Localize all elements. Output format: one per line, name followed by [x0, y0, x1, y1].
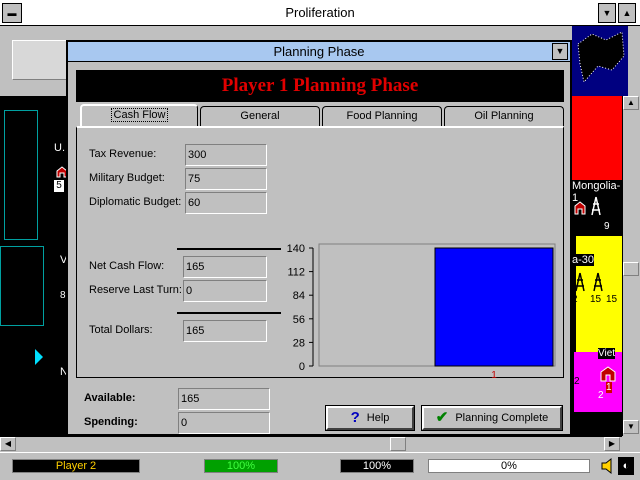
y-tick-label: 140 [287, 243, 305, 255]
map-region-red[interactable] [572, 96, 622, 180]
available-field: 165 [178, 388, 270, 410]
spending-field: 0 [178, 412, 270, 434]
military-budget-label: Military Budget: [89, 172, 165, 184]
y-tick-label: 84 [293, 290, 305, 302]
map-label: 2 [598, 390, 604, 401]
tax-revenue-field: 300 [185, 144, 267, 166]
map-label: 2 [574, 376, 580, 387]
map-region-magenta[interactable] [574, 352, 622, 412]
oil-rig-icon[interactable] [590, 196, 602, 216]
minimize-button[interactable]: ▼ [598, 3, 616, 23]
diplomatic-budget-label: Diplomatic Budget: [89, 196, 182, 208]
black-meter: 100% [340, 459, 414, 473]
phase-banner: Player 1 Planning Phase [76, 70, 564, 102]
horizontal-scrollbar[interactable]: ◀ ▶ [0, 436, 622, 451]
oil-rig-icon[interactable] [574, 272, 586, 292]
vertical-scrollbar[interactable]: ▲ ▼ [622, 96, 640, 436]
x-tick-label: 1 [491, 370, 497, 378]
minimap[interactable] [572, 26, 628, 96]
bar [434, 247, 554, 367]
y-tick-label: 112 [287, 267, 305, 279]
map-region[interactable] [0, 246, 44, 326]
available-label: Available: [84, 392, 136, 404]
dialog-title-bar: Planning Phase ▼ [68, 42, 570, 62]
current-player: Player 2 [12, 459, 140, 473]
spending-label: Spending: [84, 416, 138, 428]
dialog-title: Planning Phase [273, 44, 365, 59]
reserve-last-turn-label: Reserve Last Turn: [89, 284, 182, 296]
tab-oil-planning[interactable]: Oil Planning [444, 106, 564, 126]
banner-text: Player 1 Planning Phase [221, 75, 419, 96]
progress-meter: 0% [428, 459, 590, 473]
scroll-down-button[interactable]: ▼ [623, 420, 639, 434]
building-icon[interactable] [600, 366, 616, 382]
y-tick-label: 28 [293, 337, 305, 349]
map-label: 15 [606, 294, 618, 305]
app-title-bar: ▬ Proliferation ▼ ▲ [0, 0, 640, 26]
map-label: a-30 [572, 254, 595, 266]
scroll-left-button[interactable]: ◀ [0, 437, 16, 451]
cash-flow-panel: Tax Revenue: 300 Military Budget: 75 Dip… [76, 126, 564, 378]
scroll-thumb[interactable] [623, 262, 639, 276]
map-label: 9 [604, 221, 610, 232]
speaker-icon[interactable] [600, 457, 616, 475]
planning-complete-button[interactable]: ✔ Planning Complete [421, 405, 563, 431]
tab-general[interactable]: General [200, 106, 320, 126]
scroll-up-button[interactable]: ▲ [623, 96, 639, 110]
total-dollars-field: 165 [183, 320, 267, 342]
dialog-menu-button[interactable]: ▼ [552, 43, 568, 60]
y-tick-label: 0 [299, 361, 305, 373]
map-label: 1 [606, 382, 612, 393]
app-title: Proliferation [285, 5, 355, 20]
status-bar: Player 2 100% 100% 0% ◐ [0, 452, 640, 480]
tax-revenue-label: Tax Revenue: [89, 148, 157, 160]
planning-dialog: Planning Phase ▼ Player 1 Planning Phase… [66, 40, 572, 436]
tab-food-planning[interactable]: Food Planning [322, 106, 442, 126]
map-label: Viet [598, 348, 616, 359]
diplomatic-budget-field: 60 [185, 192, 267, 214]
checkmark-icon: ✔ [435, 409, 449, 427]
toolbar-panel [12, 40, 68, 80]
y-tick-label: 56 [293, 314, 305, 326]
oil-rig-icon[interactable] [592, 272, 604, 292]
building-icon[interactable] [574, 201, 586, 215]
map-label: 15 [590, 294, 602, 305]
arrow-marker-icon[interactable] [34, 348, 44, 366]
maximize-button[interactable]: ▲ [618, 3, 636, 23]
help-button[interactable]: ? Help [325, 405, 415, 431]
tab-cash-flow[interactable]: Cash Flow [80, 104, 198, 126]
net-cash-flow-label: Net Cash Flow: [89, 260, 165, 272]
map-region[interactable] [4, 110, 38, 240]
net-cash-flow-field: 165 [183, 256, 267, 278]
map-label: U. [54, 142, 65, 154]
help-icon: ? [350, 409, 360, 427]
total-dollars-label: Total Dollars: [89, 324, 153, 336]
net-cash-flow-chart: 14011284562801Net Cash Flow by Turn [287, 243, 556, 378]
military-budget-field: 75 [185, 168, 267, 190]
map-label: 8 [60, 290, 66, 301]
map-label: 2 [572, 294, 578, 305]
scroll-right-button[interactable]: ▶ [604, 437, 620, 451]
scroll-thumb[interactable] [390, 437, 406, 451]
reserve-last-turn-field: 0 [183, 280, 267, 302]
divider-line [177, 312, 281, 314]
divider-line [177, 248, 281, 250]
map-label: 5 [54, 180, 64, 192]
clock-icon[interactable]: ◐ [618, 457, 634, 475]
green-meter: 100% [204, 459, 278, 473]
